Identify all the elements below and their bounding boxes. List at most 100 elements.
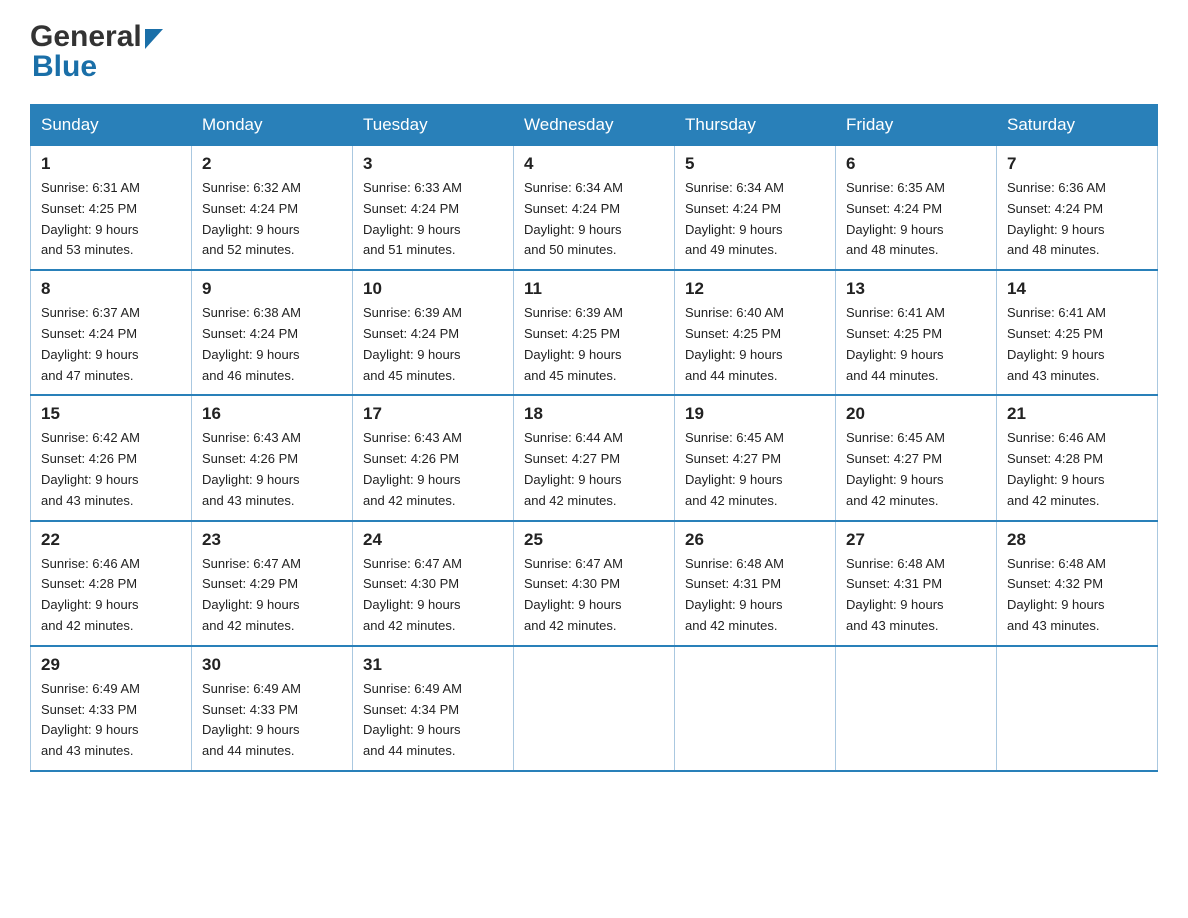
day-info: Sunrise: 6:46 AMSunset: 4:28 PMDaylight:… bbox=[1007, 428, 1147, 511]
day-info: Sunrise: 6:45 AMSunset: 4:27 PMDaylight:… bbox=[846, 428, 986, 511]
calendar-cell: 12 Sunrise: 6:40 AMSunset: 4:25 PMDayligh… bbox=[675, 270, 836, 395]
day-number: 28 bbox=[1007, 530, 1147, 550]
calendar-cell: 14 Sunrise: 6:41 AMSunset: 4:25 PMDayligh… bbox=[997, 270, 1158, 395]
calendar-week-row: 29 Sunrise: 6:49 AMSunset: 4:33 PMDayligh… bbox=[31, 646, 1158, 771]
header-thursday: Thursday bbox=[675, 105, 836, 146]
calendar-week-row: 22 Sunrise: 6:46 AMSunset: 4:28 PMDayligh… bbox=[31, 521, 1158, 646]
calendar-cell bbox=[675, 646, 836, 771]
calendar-cell: 24 Sunrise: 6:47 AMSunset: 4:30 PMDayligh… bbox=[353, 521, 514, 646]
day-info: Sunrise: 6:31 AMSunset: 4:25 PMDaylight:… bbox=[41, 178, 181, 261]
calendar-week-row: 15 Sunrise: 6:42 AMSunset: 4:26 PMDayligh… bbox=[31, 395, 1158, 520]
calendar-cell: 26 Sunrise: 6:48 AMSunset: 4:31 PMDayligh… bbox=[675, 521, 836, 646]
day-info: Sunrise: 6:44 AMSunset: 4:27 PMDaylight:… bbox=[524, 428, 664, 511]
header-friday: Friday bbox=[836, 105, 997, 146]
page-header: General Blue bbox=[30, 20, 1158, 84]
day-info: Sunrise: 6:49 AMSunset: 4:33 PMDaylight:… bbox=[202, 679, 342, 762]
day-number: 7 bbox=[1007, 154, 1147, 174]
day-number: 9 bbox=[202, 279, 342, 299]
calendar-cell: 18 Sunrise: 6:44 AMSunset: 4:27 PMDayligh… bbox=[514, 395, 675, 520]
day-number: 11 bbox=[524, 279, 664, 299]
calendar-header-row: SundayMondayTuesdayWednesdayThursdayFrid… bbox=[31, 105, 1158, 146]
day-info: Sunrise: 6:38 AMSunset: 4:24 PMDaylight:… bbox=[202, 303, 342, 386]
day-number: 17 bbox=[363, 404, 503, 424]
day-number: 10 bbox=[363, 279, 503, 299]
day-number: 16 bbox=[202, 404, 342, 424]
day-number: 3 bbox=[363, 154, 503, 174]
calendar-cell: 10 Sunrise: 6:39 AMSunset: 4:24 PMDayligh… bbox=[353, 270, 514, 395]
day-number: 20 bbox=[846, 404, 986, 424]
day-info: Sunrise: 6:48 AMSunset: 4:31 PMDaylight:… bbox=[846, 554, 986, 637]
calendar-cell: 2 Sunrise: 6:32 AMSunset: 4:24 PMDaylight… bbox=[192, 146, 353, 271]
day-info: Sunrise: 6:39 AMSunset: 4:24 PMDaylight:… bbox=[363, 303, 503, 386]
day-number: 2 bbox=[202, 154, 342, 174]
calendar-cell: 16 Sunrise: 6:43 AMSunset: 4:26 PMDayligh… bbox=[192, 395, 353, 520]
calendar-cell: 23Sunrise: 6:47 AMSunset: 4:29 PMDayligh… bbox=[192, 521, 353, 646]
day-info: Sunrise: 6:39 AMSunset: 4:25 PMDaylight:… bbox=[524, 303, 664, 386]
day-info: Sunrise: 6:49 AMSunset: 4:33 PMDaylight:… bbox=[41, 679, 181, 762]
calendar-cell: 21 Sunrise: 6:46 AMSunset: 4:28 PMDayligh… bbox=[997, 395, 1158, 520]
header-sunday: Sunday bbox=[31, 105, 192, 146]
day-number: 27 bbox=[846, 530, 986, 550]
day-info: Sunrise: 6:47 AMSunset: 4:30 PMDaylight:… bbox=[524, 554, 664, 637]
day-info: Sunrise: 6:47 AMSunset: 4:29 PMDaylight:… bbox=[202, 554, 342, 637]
day-number: 14 bbox=[1007, 279, 1147, 299]
day-number: 30 bbox=[202, 655, 342, 675]
day-number: 8 bbox=[41, 279, 181, 299]
day-info: Sunrise: 6:49 AMSunset: 4:34 PMDaylight:… bbox=[363, 679, 503, 762]
day-info: Sunrise: 6:37 AMSunset: 4:24 PMDaylight:… bbox=[41, 303, 181, 386]
day-number: 15 bbox=[41, 404, 181, 424]
calendar-cell: 3 Sunrise: 6:33 AMSunset: 4:24 PMDaylight… bbox=[353, 146, 514, 271]
calendar-cell: 15 Sunrise: 6:42 AMSunset: 4:26 PMDayligh… bbox=[31, 395, 192, 520]
calendar-cell: 13 Sunrise: 6:41 AMSunset: 4:25 PMDayligh… bbox=[836, 270, 997, 395]
day-info: Sunrise: 6:35 AMSunset: 4:24 PMDaylight:… bbox=[846, 178, 986, 261]
day-info: Sunrise: 6:43 AMSunset: 4:26 PMDaylight:… bbox=[202, 428, 342, 511]
day-info: Sunrise: 6:40 AMSunset: 4:25 PMDaylight:… bbox=[685, 303, 825, 386]
day-number: 26 bbox=[685, 530, 825, 550]
day-info: Sunrise: 6:41 AMSunset: 4:25 PMDaylight:… bbox=[846, 303, 986, 386]
day-number: 31 bbox=[363, 655, 503, 675]
day-info: Sunrise: 6:46 AMSunset: 4:28 PMDaylight:… bbox=[41, 554, 181, 637]
day-number: 12 bbox=[685, 279, 825, 299]
calendar-cell: 9 Sunrise: 6:38 AMSunset: 4:24 PMDaylight… bbox=[192, 270, 353, 395]
day-info: Sunrise: 6:41 AMSunset: 4:25 PMDaylight:… bbox=[1007, 303, 1147, 386]
calendar-cell: 7 Sunrise: 6:36 AMSunset: 4:24 PMDaylight… bbox=[997, 146, 1158, 271]
logo-general-text: General bbox=[30, 20, 142, 54]
day-info: Sunrise: 6:48 AMSunset: 4:32 PMDaylight:… bbox=[1007, 554, 1147, 637]
calendar-cell: 8 Sunrise: 6:37 AMSunset: 4:24 PMDaylight… bbox=[31, 270, 192, 395]
calendar-cell: 17Sunrise: 6:43 AMSunset: 4:26 PMDayligh… bbox=[353, 395, 514, 520]
calendar-cell: 11 Sunrise: 6:39 AMSunset: 4:25 PMDayligh… bbox=[514, 270, 675, 395]
day-number: 21 bbox=[1007, 404, 1147, 424]
day-number: 6 bbox=[846, 154, 986, 174]
logo-blue-text: Blue bbox=[32, 50, 163, 84]
day-info: Sunrise: 6:32 AMSunset: 4:24 PMDaylight:… bbox=[202, 178, 342, 261]
calendar-cell: 1Sunrise: 6:31 AMSunset: 4:25 PMDaylight… bbox=[31, 146, 192, 271]
day-info: Sunrise: 6:47 AMSunset: 4:30 PMDaylight:… bbox=[363, 554, 503, 637]
day-info: Sunrise: 6:33 AMSunset: 4:24 PMDaylight:… bbox=[363, 178, 503, 261]
header-monday: Monday bbox=[192, 105, 353, 146]
calendar-cell: 27 Sunrise: 6:48 AMSunset: 4:31 PMDayligh… bbox=[836, 521, 997, 646]
calendar-cell: 22 Sunrise: 6:46 AMSunset: 4:28 PMDayligh… bbox=[31, 521, 192, 646]
header-tuesday: Tuesday bbox=[353, 105, 514, 146]
calendar-week-row: 1Sunrise: 6:31 AMSunset: 4:25 PMDaylight… bbox=[31, 146, 1158, 271]
logo: General Blue bbox=[30, 20, 163, 84]
day-number: 22 bbox=[41, 530, 181, 550]
calendar-cell: 19Sunrise: 6:45 AMSunset: 4:27 PMDayligh… bbox=[675, 395, 836, 520]
day-info: Sunrise: 6:42 AMSunset: 4:26 PMDaylight:… bbox=[41, 428, 181, 511]
calendar-table: SundayMondayTuesdayWednesdayThursdayFrid… bbox=[30, 104, 1158, 772]
logo-arrow-icon bbox=[145, 29, 163, 49]
calendar-cell: 20 Sunrise: 6:45 AMSunset: 4:27 PMDayligh… bbox=[836, 395, 997, 520]
day-info: Sunrise: 6:36 AMSunset: 4:24 PMDaylight:… bbox=[1007, 178, 1147, 261]
calendar-cell: 4Sunrise: 6:34 AMSunset: 4:24 PMDaylight… bbox=[514, 146, 675, 271]
header-saturday: Saturday bbox=[997, 105, 1158, 146]
day-number: 5 bbox=[685, 154, 825, 174]
day-info: Sunrise: 6:34 AMSunset: 4:24 PMDaylight:… bbox=[524, 178, 664, 261]
calendar-cell bbox=[997, 646, 1158, 771]
day-number: 18 bbox=[524, 404, 664, 424]
day-number: 13 bbox=[846, 279, 986, 299]
calendar-cell: 5Sunrise: 6:34 AMSunset: 4:24 PMDaylight… bbox=[675, 146, 836, 271]
calendar-cell: 6 Sunrise: 6:35 AMSunset: 4:24 PMDaylight… bbox=[836, 146, 997, 271]
day-number: 24 bbox=[363, 530, 503, 550]
day-number: 29 bbox=[41, 655, 181, 675]
day-info: Sunrise: 6:48 AMSunset: 4:31 PMDaylight:… bbox=[685, 554, 825, 637]
calendar-cell: 30 Sunrise: 6:49 AMSunset: 4:33 PMDayligh… bbox=[192, 646, 353, 771]
